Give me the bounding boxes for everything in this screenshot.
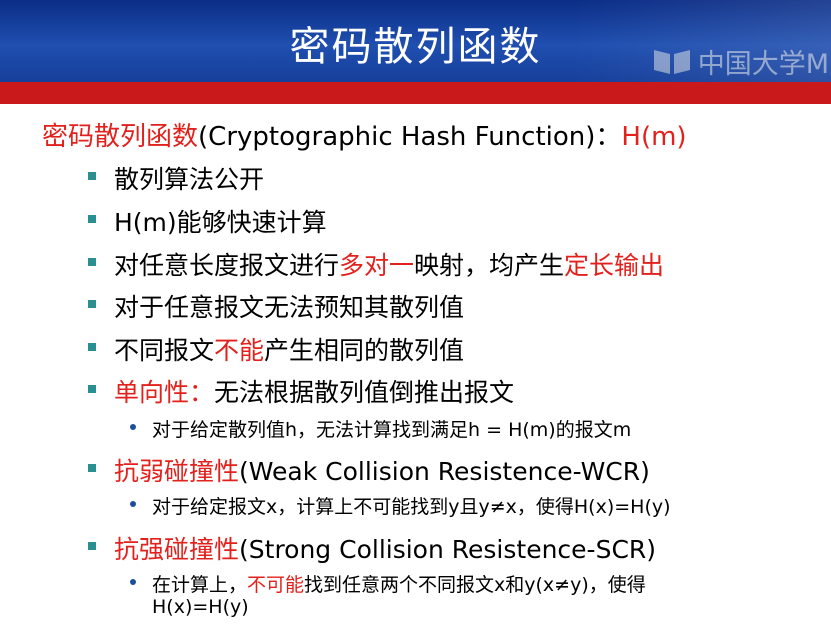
definition-line: 密码散列函数(Cryptographic Hash Function)：H(m) [42, 116, 687, 153]
definition-english: (Cryptographic Hash Function)： [198, 122, 622, 152]
definition-term: 密码散列函数 [42, 122, 199, 152]
title-band: 密码散列函数 中国大学M [0, 0, 831, 82]
slide-title: 密码散列函数 [289, 24, 542, 70]
square-bullet-icon [88, 464, 96, 472]
round-bullet-icon [130, 579, 136, 585]
square-bullet-icon [88, 300, 96, 308]
square-bullet-icon [88, 385, 96, 393]
square-bullet-icon [88, 542, 96, 550]
watermark-text: 中国大学M [697, 48, 829, 80]
square-bullet-icon [88, 343, 96, 351]
square-bullet-icon [88, 172, 96, 180]
square-bullet-icon [88, 258, 96, 266]
red-accent-band [0, 82, 831, 104]
mooc-book-icon [653, 50, 690, 74]
watermark: 中国大学M [652, 44, 829, 80]
round-bullet-icon [130, 424, 136, 430]
definition-notation: H(m) [621, 122, 687, 152]
slide-content: 密码散列函数(Cryptographic Hash Function)：H(m)… [0, 104, 831, 627]
round-bullet-icon [130, 501, 136, 507]
square-bullet-icon [88, 215, 96, 223]
